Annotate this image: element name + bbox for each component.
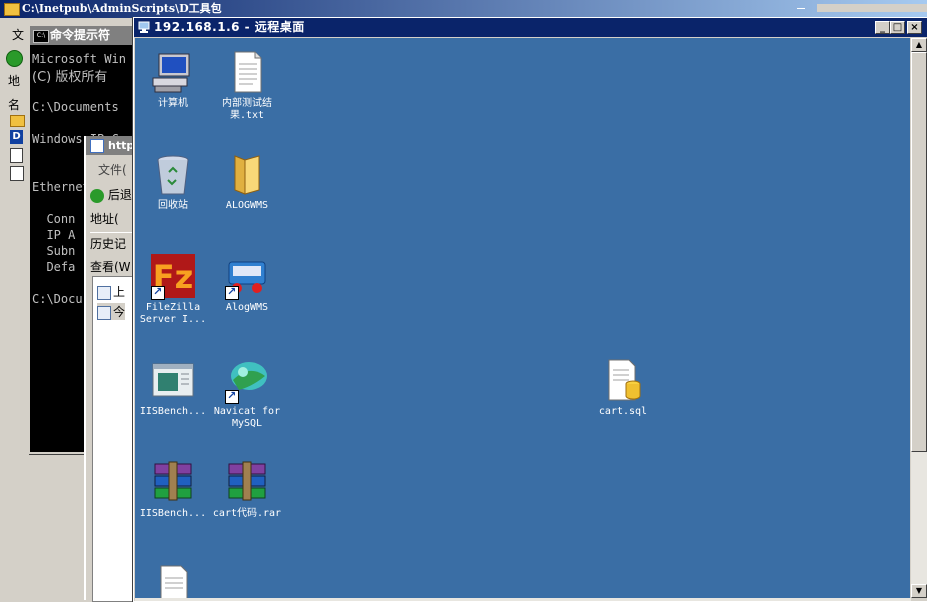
cmd-line: C:\Docu xyxy=(32,292,83,306)
explorer-name-column[interactable]: 名 xyxy=(8,96,20,113)
desktop-icon-label: 计算机 xyxy=(158,98,188,109)
sql-file-icon xyxy=(599,356,647,404)
cmd-icon: C:\ xyxy=(33,30,49,43)
cmd-line: Microsoft Win xyxy=(32,52,126,66)
desktop-icon-label: 内部测试结果.txt xyxy=(222,98,272,121)
explorer-title-controls xyxy=(797,2,927,15)
close-button[interactable]: × xyxy=(907,21,922,34)
alogwms-app-icon xyxy=(223,252,271,300)
desktop-icon-label: IISBench... xyxy=(139,406,207,417)
desktop-icon-sql-file[interactable]: cart.sql xyxy=(585,356,661,418)
back-arrow-icon[interactable] xyxy=(6,50,23,67)
browser-history-label[interactable]: 历史记 xyxy=(90,232,138,255)
cmd-line: Subn xyxy=(32,244,76,258)
cmd-line: Conn xyxy=(32,212,76,226)
desktop-icon-label: Navicat for MySQL xyxy=(213,406,281,429)
file-icon[interactable] xyxy=(10,148,23,163)
cmd-line: C:\Documents xyxy=(32,100,119,114)
explorer-address-label: 地 xyxy=(8,74,21,88)
remote-desktop-title: 192.168.1.6 - 远程桌面 xyxy=(154,20,305,34)
explorer-left-strip: 文 地 名 D xyxy=(0,18,28,600)
explorer-title-suffix: D工具包 xyxy=(179,2,222,15)
text-file-icon xyxy=(149,562,197,598)
desktop-icon-iisbench[interactable]: IISBench... xyxy=(135,356,211,418)
shortcut-arrow-icon xyxy=(151,285,165,300)
shortcut-arrow-icon xyxy=(225,389,239,404)
folder-icon[interactable] xyxy=(10,115,25,127)
desktop-icon-computer[interactable]: 计算机 xyxy=(135,48,211,110)
desktop-icon-label: cart代码.rar xyxy=(212,508,282,519)
cmd-line: (C) 版权所有 xyxy=(32,70,108,85)
browser-titlebar[interactable]: http xyxy=(86,136,138,155)
document-d-icon[interactable]: D xyxy=(10,130,23,144)
folder-icon xyxy=(4,3,20,16)
desktop-icon-recycle-bin[interactable]: 回收站 xyxy=(135,150,211,212)
remote-desktop-area[interactable]: 计算机 内部测试结果.txt 回收站 ALOGWMS Fz ↗ FileZill… xyxy=(135,38,910,598)
page-icon xyxy=(97,305,111,320)
browser-back-label: 后退 xyxy=(107,188,132,202)
recycle-bin-icon xyxy=(149,150,197,198)
browser-view-button[interactable]: 查看(W xyxy=(90,256,138,278)
browser-icon xyxy=(90,139,104,153)
text-file-icon xyxy=(223,48,271,96)
desktop-icon-partial-file[interactable] xyxy=(135,562,211,598)
browser-title: http xyxy=(108,139,135,152)
cmd-line: Defa xyxy=(32,260,76,274)
desktop-icon-navicat[interactable]: Navicat for MySQL xyxy=(209,356,285,430)
maximize-button[interactable]: □ xyxy=(890,21,905,34)
desktop-icon-rar-archive[interactable]: cart代码.rar xyxy=(209,458,285,520)
explorer-restore-bar[interactable] xyxy=(816,4,927,12)
browser-window[interactable]: http 文件( 后退 地址( 历史记 查看(W 上 今 xyxy=(84,136,140,602)
scrollbar-thumb[interactable] xyxy=(911,52,927,452)
desktop-icon-filezilla[interactable]: Fz FileZilla Server I... xyxy=(135,252,211,326)
scroll-up-button[interactable]: ▲ xyxy=(911,38,927,52)
history-item[interactable]: 今 xyxy=(97,303,126,320)
iisbench-icon xyxy=(149,356,197,404)
cmd-line: Ethernet xyxy=(32,180,90,194)
desktop-icon-label: cart.sql xyxy=(598,406,648,417)
page-icon xyxy=(97,285,111,300)
explorer-menu-file[interactable]: 文 xyxy=(12,26,24,43)
cmd-titlebar[interactable]: C:\ 命令提示符 xyxy=(30,26,140,45)
desktop-icon-rar-archive[interactable]: IISBench... xyxy=(135,458,211,520)
desktop-icon-label: 回收站 xyxy=(158,200,188,211)
desktop-icon-text-file[interactable]: 内部测试结果.txt xyxy=(209,48,285,122)
cmd-line: IP A xyxy=(32,228,76,242)
navicat-icon xyxy=(223,356,271,404)
computer-icon xyxy=(149,48,197,96)
shortcut-arrow-icon xyxy=(225,285,239,300)
remote-desktop-titlebar[interactable]: 192.168.1.6 - 远程桌面 _ □ × xyxy=(134,18,927,37)
cmd-title: 命令提示符 xyxy=(50,28,111,42)
browser-back-button[interactable]: 后退 xyxy=(90,184,138,206)
remote-desktop-window[interactable]: 192.168.1.6 - 远程桌面 _ □ × 计算机 内部测试结果.txt … xyxy=(133,17,927,602)
desktop-icon-alogwms[interactable]: AlogWMS xyxy=(209,252,285,314)
back-arrow-icon xyxy=(90,188,104,203)
winrar-icon xyxy=(223,458,271,506)
explorer-titlebar[interactable]: C:\Inetpub\AdminScripts\D工具包 xyxy=(0,0,927,18)
remote-desktop-icon xyxy=(138,21,150,33)
winrar-icon xyxy=(149,458,197,506)
vertical-scrollbar[interactable]: ▲ ▼ xyxy=(911,38,927,598)
minimize-button[interactable]: _ xyxy=(875,21,890,34)
desktop-icon-folder[interactable]: ALOGWMS xyxy=(209,150,285,212)
explorer-title: C:\Inetpub\AdminScripts\ xyxy=(22,2,180,15)
desktop-icon-label: AlogWMS xyxy=(225,302,269,313)
browser-address-label: 地址( xyxy=(90,212,119,226)
desktop-icon-label: FileZilla Server I... xyxy=(139,302,207,325)
desktop-icon-label: ALOGWMS xyxy=(225,200,269,211)
filezilla-icon: Fz xyxy=(149,252,197,300)
script-file-icon[interactable] xyxy=(10,166,24,181)
scroll-down-button[interactable]: ▼ xyxy=(911,584,927,598)
history-item[interactable]: 上 xyxy=(97,283,125,300)
desktop-icon-label: IISBench... xyxy=(139,508,207,519)
folder-icon xyxy=(223,150,271,198)
